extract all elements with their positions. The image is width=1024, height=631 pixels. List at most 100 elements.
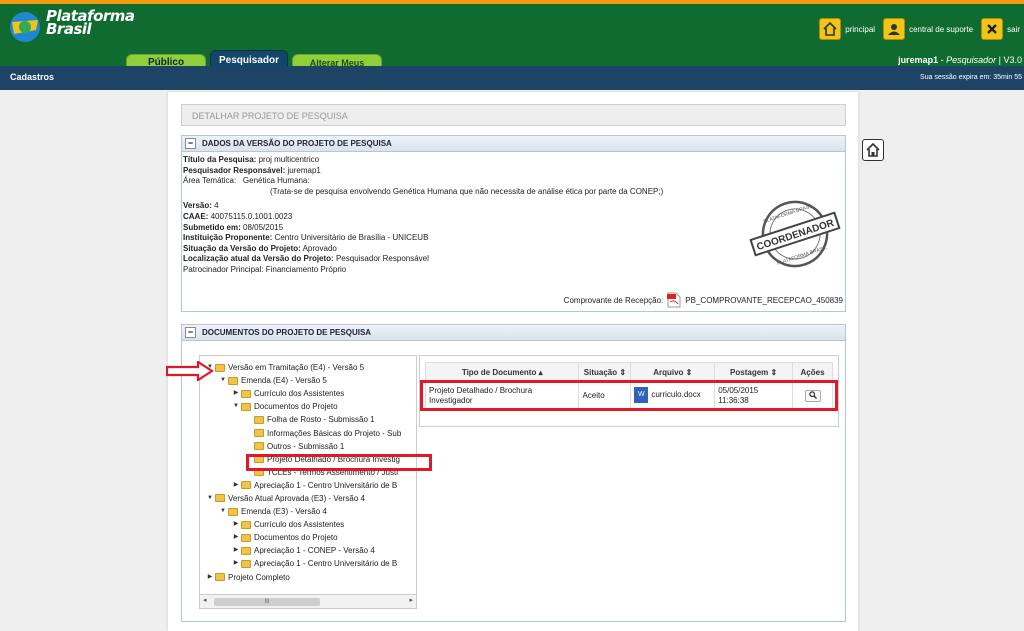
tree-node[interactable]: ▼ Emenda (E3) - Versão 4 [200,505,416,518]
folder-icon [241,402,251,411]
collapsed-arrow-icon[interactable]: ▶ [232,531,240,544]
document-tree-list: ▼ Versão em Tramitação (E4) - Versão 5 ▼ Em… [200,356,416,594]
tree-node-label: Documentos do Projeto [254,533,338,543]
tree-node-label: Currículo dos Assistentes [254,389,345,399]
folder-icon [215,494,225,503]
content-page: DETALHAR PROJETO DE PESQUISA − DADOS DA … [168,92,858,631]
folder-icon [228,507,238,516]
comprovante-recepcao: Comprovante de Recepção: PB_COMPROVANTE_… [564,292,843,308]
scroll-left-icon[interactable]: ◂ [203,596,207,604]
field-localizacao: Localização atual da Versão do Projeto: … [183,254,429,264]
tree-node[interactable]: ▼ Versão Atual Aprovada (E3) - Versão 4 [200,492,416,505]
tree-node-label: Versão Atual Aprovada (E3) - Versão 4 [228,493,365,503]
collapsed-arrow-icon[interactable]: ▶ [232,479,240,492]
page-title: DETALHAR PROJETO DE PESQUISA [181,104,846,126]
tree-node-label: Informações Básicas do Projeto - Sub [267,428,402,438]
field-caae: CAAE: 40075115.0.1001.0023 [183,211,293,221]
field-versao: Versão: 4 [183,201,219,211]
tree-node[interactable]: ▶ Documentos do Projeto [200,531,416,544]
tree-node[interactable]: Outros - Submissão 1 [200,440,416,453]
folder-icon [241,481,251,490]
support-user-icon[interactable] [883,18,906,40]
collapsed-arrow-icon[interactable]: ▶ [232,557,240,570]
field-area-tematica: Área Temática: Genética Humana: [183,176,310,186]
expanded-arrow-icon[interactable]: ▼ [219,505,227,518]
folder-icon [254,442,264,451]
tree-node[interactable]: ▼ Emenda (E4) - Versão 5 [200,374,416,387]
expanded-arrow-icon[interactable]: ▼ [232,400,240,413]
tree-node-label: Folha de Rosto - Submissão 1 [267,415,375,425]
section-header: − DADOS DA VERSÃO DO PROJETO DE PESQUISA [182,136,845,152]
app-header: Plataforma Brasil Público Pesquisador Al… [0,4,1024,84]
tree-node[interactable]: ▶ Currículo dos Assistentes [200,387,416,400]
collapse-toggle-icon[interactable]: − [185,138,196,149]
folder-icon [241,520,251,529]
tree-node[interactable]: ▶ Apreciação 1 - Centro Universitário de … [200,557,416,570]
field-titulo: Título da Pesquisa: proj multicentrico [183,155,320,164]
tree-node-label: Emenda (E3) - Versão 4 [241,507,327,517]
expanded-arrow-icon[interactable]: ▼ [206,492,214,505]
folder-icon [241,389,251,398]
tree-node-label: Apreciação 1 - Centro Universitário de B [254,480,398,490]
field-situacao: Situação da Versão do Projeto: Aprovado [183,243,337,253]
tree-node-label: Apreciação 1 - CONEP - Versão 4 [254,546,375,556]
central-suporte-link[interactable]: central de suporte [909,25,973,34]
field-patrocinador: Patrocinador Principal: Financiamento Pr… [183,264,347,274]
folder-icon [254,415,264,424]
pdf-icon[interactable] [667,292,681,308]
field-submetido: Submetido em: 08/05/2015 [183,222,284,232]
project-details: Título da Pesquisa: proj multicentrico P… [182,152,845,279]
tree-node-label: Currículo dos Assistentes [254,520,345,530]
user-info: juremap1 - Pesquisador | V3.0 [898,55,1022,65]
logo-emblem-icon [10,12,40,42]
tree-node[interactable]: ▼ Documentos do Projeto [200,400,416,413]
folder-icon [241,546,251,555]
tree-node[interactable]: Informações Básicas do Projeto - Sub [200,426,416,439]
tree-node[interactable]: ▶ Projeto Completo [200,571,416,584]
collapsed-arrow-icon[interactable]: ▶ [232,518,240,531]
tree-node[interactable]: ▶ Currículo dos Assistentes [200,518,416,531]
app-version: V3.0 [1003,55,1022,65]
field-pesquisador: Pesquisador Responsável: juremap1 [183,165,321,175]
folder-icon [215,573,225,582]
tree-node[interactable]: ▼ Versão em Tramitação (E4) - Versão 5 [200,361,416,374]
field-instituicao: Instituição Proponente: Centro Universit… [183,233,429,243]
sub-navigation-bar: Cadastros Sua sessão expira em: 35min 55 [0,66,1024,90]
collapsed-arrow-icon[interactable]: ▶ [232,544,240,557]
sair-link[interactable]: sair [1007,25,1020,34]
section-dados-versao: − DADOS DA VERSÃO DO PROJETO DE PESQUISA… [181,135,846,312]
folder-icon [215,363,225,372]
collapse-toggle-icon[interactable]: − [185,327,196,338]
tree-node-label: Apreciação 1 - Centro Universitário de B [254,559,398,569]
horizontal-scrollbar[interactable]: ◂ III ▸ [200,594,416,608]
tree-node[interactable]: ▶ Apreciação 1 - CONEP - Versão 4 [200,544,416,557]
tree-node-label: Documentos do Projeto [254,402,338,412]
tree-node-label: Emenda (E4) - Versão 5 [241,376,327,386]
collapsed-arrow-icon[interactable]: ▶ [232,387,240,400]
folder-icon [241,559,251,568]
tree-node[interactable]: ▶ Apreciação 1 - Centro Universitário de … [200,479,416,492]
home-icon[interactable] [819,18,842,40]
document-tree: ▼ Versão em Tramitação (E4) - Versão 5 ▼ Em… [199,355,417,609]
scrollbar-thumb[interactable]: III [214,598,320,606]
username: juremap1 [898,55,939,65]
field-area-descricao: (Trata-se de pesquisa envolvendo Genétic… [270,186,664,196]
scroll-right-icon[interactable]: ▸ [409,596,413,604]
expanded-arrow-icon[interactable]: ▼ [219,374,227,387]
annotation-arrow-icon [166,361,214,381]
comprovante-label: Comprovante de Recepção: [563,295,664,305]
logo-text: Plataforma Brasil [46,7,135,38]
side-home-icon[interactable] [862,139,884,161]
exit-icon[interactable] [981,18,1004,40]
section-documentos: − DOCUMENTOS DO PROJETO DE PESQUISA ▼ Ver… [181,324,846,622]
collapsed-arrow-icon[interactable]: ▶ [206,571,214,584]
menu-cadastros[interactable]: Cadastros [10,72,54,82]
coordenador-stamp: COORDENADOR PLATAFORMA BRASIL PLATAFORMA… [749,200,841,268]
folder-icon [254,429,264,438]
plataforma-brasil-logo[interactable]: Plataforma Brasil [8,9,135,46]
stamp-bottom-text: PLATAFORMA BRASIL [776,245,828,267]
tree-node[interactable]: Folha de Rosto - Submissão 1 [200,413,416,426]
comprovante-file-link[interactable]: PB_COMPROVANTE_RECEPCAO_450839 [685,296,843,305]
tree-node-label: Versão em Tramitação (E4) - Versão 5 [228,363,365,373]
principal-link[interactable]: principal [845,25,875,34]
